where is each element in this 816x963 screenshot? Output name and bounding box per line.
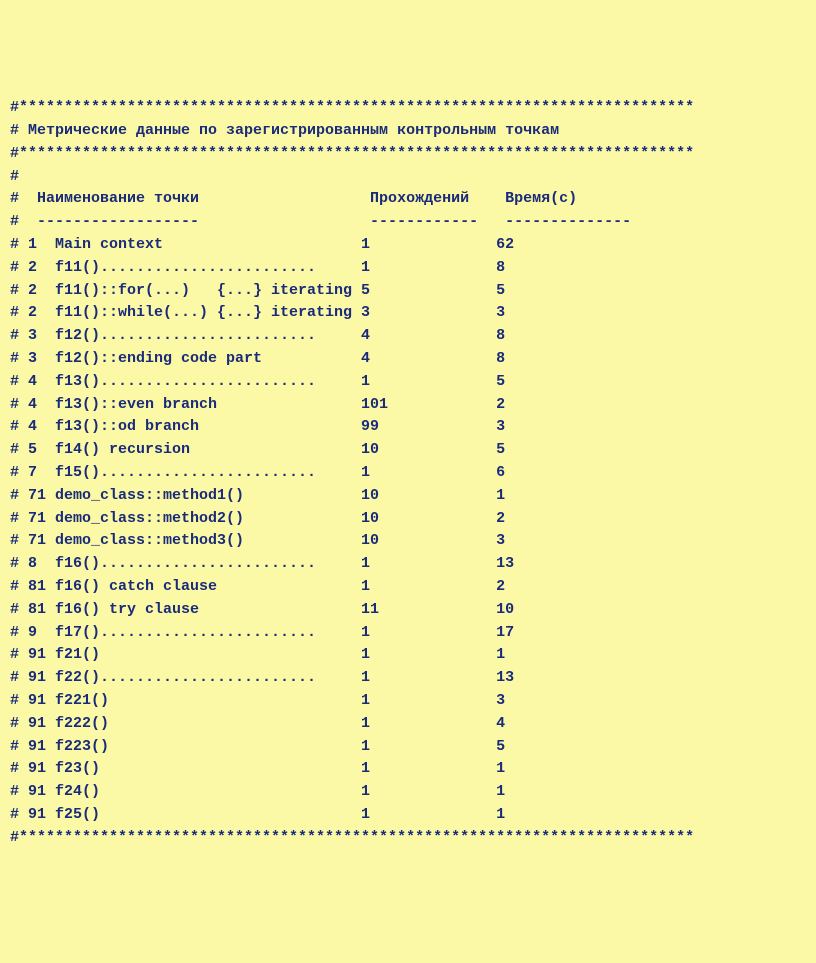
table-row: # 2 f11()::while(...) {...} iterating 3 … xyxy=(10,302,806,325)
table-row: # 5 f14() recursion 10 5 xyxy=(10,439,806,462)
table-row: # 91 f223() 1 5 xyxy=(10,736,806,759)
table-row: # 91 f22()........................ 1 13 xyxy=(10,667,806,690)
border-bottom: #***************************************… xyxy=(10,827,806,850)
table-row: # 9 f17()........................ 1 17 xyxy=(10,622,806,645)
table-row: # 81 f16() try clause 11 10 xyxy=(10,599,806,622)
table-row: # 91 f21() 1 1 xyxy=(10,644,806,667)
table-row: # 4 f13()::od branch 99 3 xyxy=(10,416,806,439)
table-row: # 71 demo_class::method3() 10 3 xyxy=(10,530,806,553)
table-row: # 2 f11()........................ 1 8 xyxy=(10,257,806,280)
border-top: #***************************************… xyxy=(10,97,806,120)
table-row: # 91 f221() 1 3 xyxy=(10,690,806,713)
table-row: # 71 demo_class::method1() 10 1 xyxy=(10,485,806,508)
table-row: # 91 f24() 1 1 xyxy=(10,781,806,804)
data-rows: # 1 Main context 1 62# 2 f11()..........… xyxy=(10,234,806,827)
table-row: # 71 demo_class::method2() 10 2 xyxy=(10,508,806,531)
border-mid: #***************************************… xyxy=(10,143,806,166)
table-row: # 8 f16()........................ 1 13 xyxy=(10,553,806,576)
table-row: # 81 f16() catch clause 1 2 xyxy=(10,576,806,599)
title-line: # Метрические данные по зарегистрированн… xyxy=(10,120,806,143)
table-row: # 3 f12()::ending code part 4 8 xyxy=(10,348,806,371)
empty-line: # xyxy=(10,166,806,189)
table-row: # 4 f13()........................ 1 5 xyxy=(10,371,806,394)
header-line: # Наименование точки Прохождений Время(с… xyxy=(10,188,806,211)
table-row: # 91 f25() 1 1 xyxy=(10,804,806,827)
table-row: # 91 f222() 1 4 xyxy=(10,713,806,736)
table-row: # 2 f11()::for(...) {...} iterating 5 5 xyxy=(10,280,806,303)
table-row: # 91 f23() 1 1 xyxy=(10,758,806,781)
table-row: # 4 f13()::even branch 101 2 xyxy=(10,394,806,417)
table-row: # 7 f15()........................ 1 6 xyxy=(10,462,806,485)
table-row: # 3 f12()........................ 4 8 xyxy=(10,325,806,348)
table-row: # 1 Main context 1 62 xyxy=(10,234,806,257)
separator-line: # ------------------ ------------ ------… xyxy=(10,211,806,234)
